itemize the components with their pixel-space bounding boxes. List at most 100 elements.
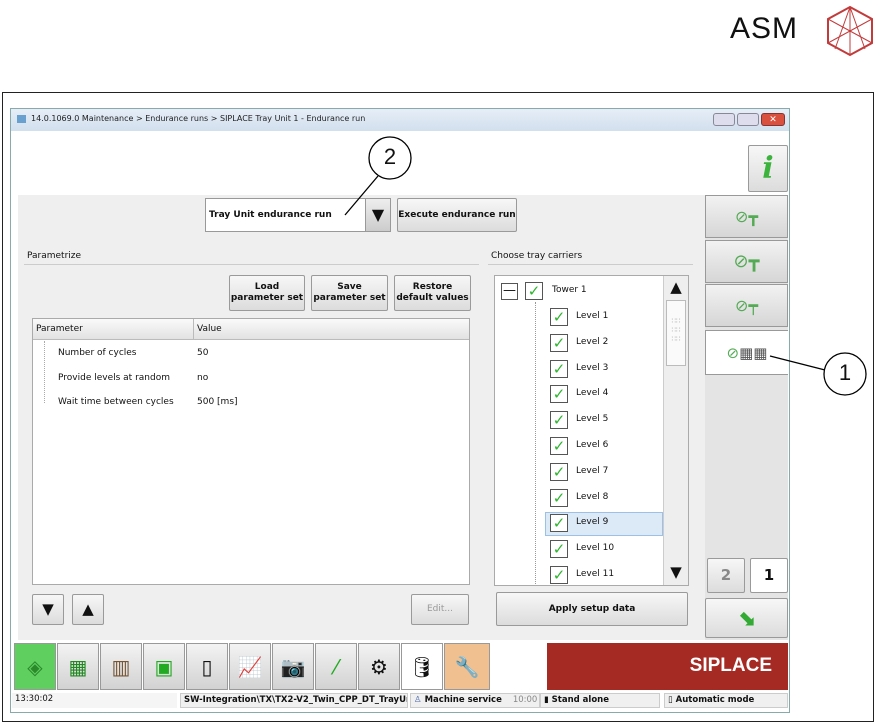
minimize-button[interactable] [713,113,735,126]
task-maintenance-button[interactable]: 🛢 [401,643,443,690]
level-label[interactable]: Level 6 [576,440,608,450]
task-chart-button[interactable]: 📈 [229,643,271,690]
level-label[interactable]: Level 11 [576,569,614,579]
tab-tool-3[interactable]: ⊘┯ [705,284,788,327]
level-label[interactable]: Level 4 [576,388,608,398]
level-label[interactable]: Level 3 [576,363,608,373]
level-label[interactable]: Level 2 [576,337,608,347]
level-label[interactable]: Level 1 [576,311,608,321]
status-path: SW-Integration\TX\TX2-V2_Twin_CPP_DT_Tra… [180,693,408,708]
tower-label[interactable]: Tower 1 [552,285,587,295]
gauge-tool-icon: ⊘┳ [734,207,759,226]
callout-1: 1 [838,360,852,385]
level-checkbox[interactable]: ✓ [550,566,568,584]
exit-button[interactable]: ⬊ [705,598,788,638]
table-row[interactable]: Number of cycles [58,348,137,358]
level-label[interactable]: Level 9 [576,517,608,527]
tray-carriers-title: Choose tray carriers [491,251,583,261]
divider [24,264,479,265]
info-button[interactable]: i [748,145,788,192]
tree-line [535,302,536,585]
board-icon: ◈ [27,654,43,679]
scroll-up-icon: ▲ [670,278,682,296]
column-value[interactable]: Value [197,324,222,334]
task-camera-button[interactable]: 📷 [272,643,314,690]
parametrize-title: Parametrize [27,251,82,261]
table-row[interactable]: Provide levels at random [58,373,170,383]
tools-icon: ⁄ [334,654,338,679]
status-time: 13:30:02 [12,693,177,708]
save-parameter-set-button[interactable]: Save parameter set [311,275,388,311]
window-title: 14.0.1069.0 Maintenance > Endurance runs… [31,114,366,123]
row-value: 500 [ms] [197,397,238,407]
status-mode1: ▮ Stand alone [540,693,660,708]
task-service-button[interactable]: 🔧 [444,643,490,690]
pcb-icon: ▣ [154,654,174,679]
endurance-run-dropdown[interactable]: Tray Unit endurance run ▼ [205,198,391,232]
chevron-down-icon: ▼ [365,199,390,231]
close-button[interactable]: ✕ [761,113,785,126]
edit-button[interactable]: Edit... [411,594,469,625]
nozzle-icon: ▯ [201,654,213,679]
level-checkbox[interactable]: ✓ [550,514,568,533]
task-stats-button[interactable]: ▥ [100,643,142,690]
move-up-button[interactable]: ▲ [72,594,104,625]
scroll-thumb: ∷∷ ∷∷ ∷∷ [666,300,686,366]
task-pcb-button[interactable]: ▣ [143,643,185,690]
user-icon: ♙ [414,695,422,705]
gear-hand-icon: ⚙ [370,654,388,679]
tab-tray-unit[interactable]: ⊘▦▦ [705,330,788,375]
wrench-icon: 🔧 [454,654,480,679]
level-checkbox[interactable]: ✓ [550,437,568,455]
level-label[interactable]: Level 10 [576,543,614,553]
column-parameter[interactable]: Parameter [36,324,83,334]
task-nozzle-button[interactable]: ▯ [186,643,228,690]
row-value: 50 [197,348,209,358]
apply-setup-data-button[interactable]: Apply setup data [496,592,688,626]
parameter-table [32,318,470,585]
machine-icon: ▮ [544,695,549,705]
level-label[interactable]: Level 7 [576,466,608,476]
table-header: Parameter Value [33,319,469,340]
level-checkbox[interactable]: ✓ [550,411,568,430]
siplace-brand: SIPLACE [547,643,788,690]
level-checkbox[interactable]: ✓ [550,488,568,507]
level-checkbox[interactable]: ✓ [550,462,568,481]
task-settings-button[interactable]: ⚙ [358,643,400,690]
page-1-button[interactable]: 1 [750,558,788,593]
task-feeders-button[interactable]: ▦ [57,643,99,690]
gauge-tool-icon: ⊘┯ [734,296,759,315]
page-2-button[interactable]: 2 [707,558,745,593]
tab-tool-2[interactable]: ⊘┳ [705,240,788,283]
app-icon [17,115,26,123]
level-checkbox[interactable]: ✓ [550,333,568,352]
table-row[interactable]: Wait time between cycles [58,397,174,407]
status-role: ♙ Machine service 10:00 [410,693,540,708]
grid-icon: ▦ [68,654,88,679]
title-bar: 14.0.1069.0 Maintenance > Endurance runs… [11,109,789,131]
level-checkbox[interactable]: ✓ [550,385,568,404]
level-checkbox[interactable]: ✓ [550,308,568,326]
callout-2: 2 [383,144,397,169]
oil-can-icon: 🛢 [409,654,435,679]
tab-tool-1[interactable]: ⊘┳ [705,195,788,238]
scrollbar[interactable]: ▲ ∷∷ ∷∷ ∷∷ ▼ [663,276,688,585]
tower-checkbox[interactable]: ✓ [525,282,543,300]
move-down-button[interactable]: ▼ [32,594,64,625]
maximize-button[interactable] [737,113,759,126]
execute-endurance-run-button[interactable]: Execute endurance run [397,198,517,232]
level-label[interactable]: Level 5 [576,414,608,424]
level-checkbox[interactable]: ✓ [550,540,568,559]
restore-default-values-button[interactable]: Restore default values [394,275,471,311]
bar-stats-icon: ▥ [111,654,131,679]
row-value: no [197,373,209,383]
level-checkbox[interactable]: ✓ [550,359,568,378]
task-board-button[interactable]: ◈ [14,643,56,690]
exit-arrow-icon: ⬊ [737,605,756,631]
divider [488,264,693,265]
task-calibration-button[interactable]: ⁄ [315,643,357,690]
collapse-icon[interactable]: — [501,283,518,300]
line-chart-icon: 📈 [237,654,263,679]
load-parameter-set-button[interactable]: Load parameter set [229,275,305,311]
level-label[interactable]: Level 8 [576,492,608,502]
